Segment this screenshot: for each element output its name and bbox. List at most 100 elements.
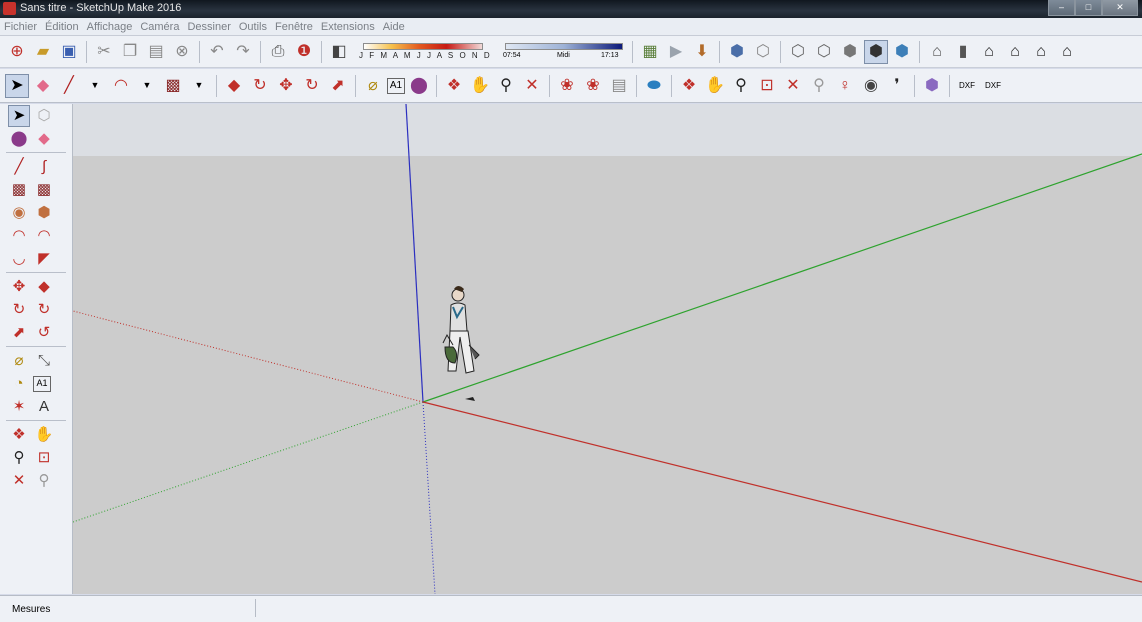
extension-warehouse-icon[interactable]: ▤ <box>607 74 631 98</box>
3d-warehouse-icon[interactable]: ❀ <box>555 74 579 98</box>
two-point-arc-icon[interactable]: ◠ <box>33 225 55 247</box>
paste-icon[interactable]: ▤ <box>144 40 168 64</box>
menu-edition[interactable]: Édition <box>41 21 83 33</box>
open-icon[interactable]: ▰ <box>31 40 55 64</box>
menu-camera[interactable]: Caméra <box>136 21 183 33</box>
maximize-button[interactable]: □ <box>1075 0 1102 16</box>
share-model-icon[interactable]: ❀ <box>581 74 605 98</box>
shaded-textures-icon[interactable]: ⬢ <box>864 39 888 64</box>
shadows-toggle-icon[interactable]: ◧ <box>327 40 351 64</box>
polygon-icon[interactable]: ⬢ <box>33 202 55 224</box>
left-view-icon[interactable]: ⌂ <box>1055 40 1079 64</box>
rectangle-icon[interactable]: ▩ <box>161 74 185 98</box>
eraser-icon[interactable]: ◆ <box>31 74 55 98</box>
line-dropdown-icon[interactable]: ▼ <box>83 74 107 98</box>
position-camera-icon[interactable]: ♀ <box>833 74 857 98</box>
section-plane-icon[interactable]: ⬢ <box>920 74 944 98</box>
three-point-arc-icon[interactable]: ◡ <box>8 248 30 270</box>
scale-icon[interactable]: ⬈ <box>326 74 350 98</box>
back-view-icon[interactable]: ⌂ <box>1029 40 1053 64</box>
menu-aide[interactable]: Aide <box>379 21 409 33</box>
axes-icon[interactable]: ✶ <box>8 396 30 418</box>
orbit-icon[interactable]: ❖ <box>8 424 30 446</box>
scale-figure[interactable] <box>442 286 480 401</box>
shadow-date-slider[interactable]: J F M A M J J A S O N D <box>355 40 495 64</box>
rectangle-icon[interactable]: ▩ <box>8 179 30 201</box>
tape-measure-icon[interactable]: ⌀ <box>361 74 385 98</box>
previous-view-icon[interactable]: ⚲ <box>807 74 831 98</box>
rotate-icon[interactable]: ↻ <box>300 74 324 98</box>
iso-view-icon[interactable]: ⌂ <box>925 40 949 64</box>
zoom-icon[interactable]: ⚲ <box>8 447 30 469</box>
erase-icon[interactable]: ⊗ <box>170 40 194 64</box>
zoom-icon[interactable]: ⚲ <box>494 74 518 98</box>
right-view-icon[interactable]: ⌂ <box>1003 40 1027 64</box>
pan-icon[interactable]: ✋ <box>33 424 55 446</box>
top-view-icon[interactable]: ▮ <box>951 40 975 64</box>
push-pull-icon[interactable]: ◆ <box>222 74 246 98</box>
look-around-icon[interactable]: ◉ <box>859 74 883 98</box>
pie-icon[interactable]: ◤ <box>33 248 55 270</box>
scale-icon[interactable]: ⬈ <box>8 322 30 344</box>
arc-icon[interactable]: ◠ <box>109 74 133 98</box>
pan2-icon[interactable]: ✋ <box>703 74 727 98</box>
protractor-icon[interactable]: ◔ <box>8 373 30 395</box>
menu-fenetre[interactable]: Fenêtre <box>271 21 317 33</box>
paint-bucket-icon[interactable]: ⬤ <box>8 128 30 150</box>
eraser-icon[interactable]: ◆ <box>33 128 55 150</box>
export-dxf-icon[interactable]: DXF <box>981 74 1005 98</box>
zoom-extents2-icon[interactable]: ✕ <box>781 74 805 98</box>
measurements-input[interactable] <box>120 599 256 617</box>
rotate-icon[interactable]: ↻ <box>8 299 30 321</box>
follow-me-icon[interactable]: ↻ <box>33 299 55 321</box>
photo-textures-icon[interactable]: ▦ <box>638 40 662 64</box>
offset-icon[interactable]: ↺ <box>33 322 55 344</box>
zoom-extents-icon[interactable]: ✕ <box>520 74 544 98</box>
freehand-icon[interactable]: ∫ <box>33 156 55 178</box>
previous-view-icon[interactable]: ⚲ <box>33 470 55 492</box>
undo-icon[interactable]: ↶ <box>205 40 229 64</box>
arc-dropdown-icon[interactable]: ▼ <box>135 74 159 98</box>
modeling-viewport[interactable] <box>73 104 1142 594</box>
front-view-icon[interactable]: ⌂ <box>977 40 1001 64</box>
monochrome-icon[interactable]: ⬢ <box>890 40 914 64</box>
hidden-line-icon[interactable]: ⬡ <box>812 40 836 64</box>
follow-me-icon[interactable]: ↻ <box>248 74 272 98</box>
shadow-time-slider[interactable]: 07:54 Midi 17:13 <box>501 40 625 64</box>
add-location-icon[interactable]: ▶ <box>664 40 688 64</box>
menu-outils[interactable]: Outils <box>235 21 271 33</box>
sketchup-app-icon[interactable] <box>3 2 16 15</box>
tape-measure-icon[interactable]: ⌀ <box>8 350 30 372</box>
shadow-date-bar[interactable] <box>363 42 483 50</box>
zoom-window-icon[interactable]: ⊡ <box>33 447 55 469</box>
select-icon[interactable]: ➤ <box>5 73 29 98</box>
back-edges-icon[interactable]: ⬡ <box>751 40 775 64</box>
get-models-icon[interactable]: ⬇ <box>690 40 714 64</box>
make-component-icon[interactable]: ⬡ <box>33 105 55 127</box>
minimize-button[interactable]: – <box>1048 0 1075 16</box>
zoom2-icon[interactable]: ⚲ <box>729 74 753 98</box>
cut-icon[interactable]: ✂ <box>92 40 116 64</box>
pan-icon[interactable]: ✋ <box>468 74 492 98</box>
model-info-icon[interactable]: ❶ <box>292 40 316 64</box>
line-icon[interactable]: ╱ <box>8 156 30 178</box>
zoom-window-icon[interactable]: ⊡ <box>755 74 779 98</box>
circle-icon[interactable]: ◉ <box>8 202 30 224</box>
zoom-extents-icon[interactable]: ✕ <box>8 470 30 492</box>
wireframe-icon[interactable]: ⬡ <box>786 40 810 64</box>
arc-icon[interactable]: ◠ <box>8 225 30 247</box>
new-model-icon[interactable]: ⊕ <box>5 40 29 64</box>
shaded-icon[interactable]: ⬢ <box>838 40 862 64</box>
3d-text-icon[interactable]: A <box>33 396 55 418</box>
print-icon[interactable]: ⎙ <box>266 40 290 64</box>
save-icon[interactable]: ▣ <box>57 40 81 64</box>
line-icon[interactable]: ╱ <box>57 74 81 98</box>
select-icon[interactable]: ➤ <box>8 104 30 127</box>
xray-icon[interactable]: ⬢ <box>725 40 749 64</box>
sandbox-icon[interactable]: ⬬ <box>642 74 666 98</box>
rectangle-dropdown-icon[interactable]: ▼ <box>187 74 211 98</box>
redo-icon[interactable]: ↷ <box>231 40 255 64</box>
close-button[interactable]: ✕ <box>1102 0 1138 16</box>
rotated-rectangle-icon[interactable]: ▩ <box>33 179 55 201</box>
menu-fichier[interactable]: Fichier <box>0 21 41 33</box>
